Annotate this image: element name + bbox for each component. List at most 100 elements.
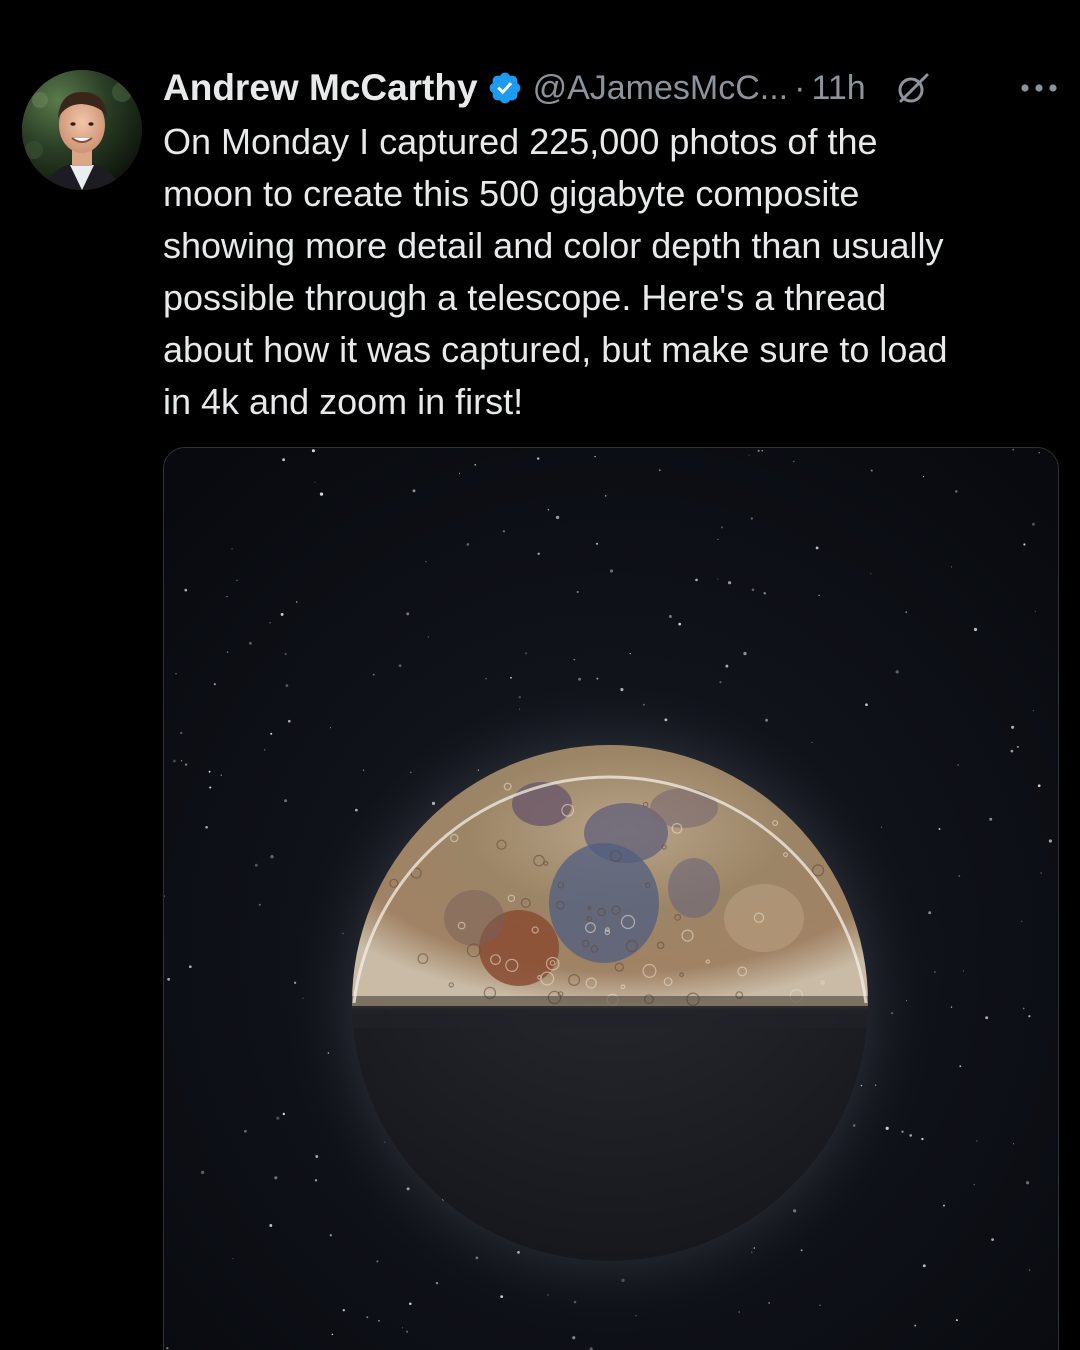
star	[1023, 543, 1026, 546]
star	[914, 1324, 917, 1327]
star	[717, 578, 719, 580]
star	[609, 569, 614, 573]
star	[738, 1311, 740, 1313]
star	[175, 673, 177, 675]
star	[768, 1302, 770, 1304]
star	[973, 627, 978, 632]
star	[166, 1346, 169, 1350]
star	[188, 965, 192, 969]
star	[314, 481, 316, 483]
star	[728, 581, 732, 585]
star	[232, 1258, 234, 1260]
star	[314, 1179, 318, 1182]
star	[1022, 1007, 1025, 1010]
grok-icon[interactable]	[896, 71, 930, 105]
star	[284, 652, 287, 656]
verified-badge-icon[interactable]	[487, 70, 523, 106]
star	[427, 636, 429, 638]
tweet-timestamp[interactable]: 11h	[811, 69, 865, 108]
star	[943, 1204, 945, 1207]
star	[923, 476, 925, 478]
star	[955, 490, 958, 493]
star	[213, 683, 216, 686]
star	[1021, 920, 1023, 922]
star	[750, 517, 753, 520]
star	[406, 1330, 409, 1333]
star	[658, 469, 661, 472]
star	[458, 472, 461, 474]
star	[1048, 839, 1053, 843]
author-name[interactable]: Andrew McCarthy	[163, 67, 478, 109]
star	[319, 492, 324, 496]
star	[955, 1319, 958, 1322]
star	[282, 458, 285, 462]
star	[989, 817, 993, 821]
star	[231, 548, 233, 550]
star	[220, 774, 223, 776]
star	[276, 1116, 280, 1120]
star	[401, 1327, 403, 1329]
star	[922, 1264, 926, 1268]
star	[757, 449, 760, 452]
star	[1032, 710, 1034, 712]
star	[991, 1238, 994, 1241]
star	[398, 664, 402, 668]
star	[409, 1302, 412, 1306]
star	[1034, 610, 1036, 613]
star	[950, 1006, 953, 1008]
star	[895, 670, 899, 674]
star	[179, 731, 183, 735]
star	[751, 588, 755, 592]
star	[329, 1234, 332, 1237]
author-avatar[interactable]	[22, 70, 142, 190]
star	[573, 658, 576, 661]
star	[1016, 745, 1019, 748]
moon-photo	[164, 448, 1058, 1350]
star	[284, 799, 288, 803]
star	[248, 641, 252, 645]
star	[1012, 1143, 1015, 1145]
star	[938, 828, 941, 830]
more-options-icon[interactable]	[1020, 82, 1058, 94]
star	[748, 454, 750, 456]
star	[1025, 1181, 1030, 1185]
star	[280, 612, 284, 616]
star	[743, 651, 747, 656]
star	[244, 1129, 247, 1133]
tweet-media-image[interactable]	[163, 447, 1059, 1350]
star	[905, 611, 908, 614]
star	[604, 495, 607, 497]
star	[209, 786, 212, 789]
star	[725, 664, 729, 668]
star	[576, 590, 579, 594]
star	[985, 1016, 989, 1020]
author-handle[interactable]: @AJamesMcC...	[533, 69, 789, 108]
star	[976, 1140, 978, 1142]
star	[205, 825, 208, 829]
tweet-text: On Monday I captured 225,000 photos of t…	[163, 121, 948, 422]
avatar-photo	[22, 70, 142, 190]
star	[226, 651, 229, 653]
star	[959, 1065, 962, 1068]
star	[282, 1112, 286, 1116]
star	[184, 588, 188, 592]
star	[274, 1176, 278, 1180]
star	[1028, 1015, 1031, 1018]
star	[378, 1320, 380, 1322]
star	[474, 463, 477, 466]
star	[793, 460, 795, 463]
star	[1038, 452, 1040, 454]
star	[537, 552, 540, 555]
star	[485, 677, 487, 680]
star	[973, 1184, 975, 1186]
tweet-header: Andrew McCarthy @AJamesMcC... · 11h	[163, 64, 1058, 112]
star	[466, 543, 470, 546]
star	[330, 727, 332, 729]
star	[184, 763, 188, 766]
star	[1037, 784, 1041, 788]
star	[547, 509, 550, 511]
star	[270, 855, 274, 859]
star	[678, 622, 682, 626]
star	[269, 1224, 273, 1227]
star	[1011, 725, 1015, 729]
